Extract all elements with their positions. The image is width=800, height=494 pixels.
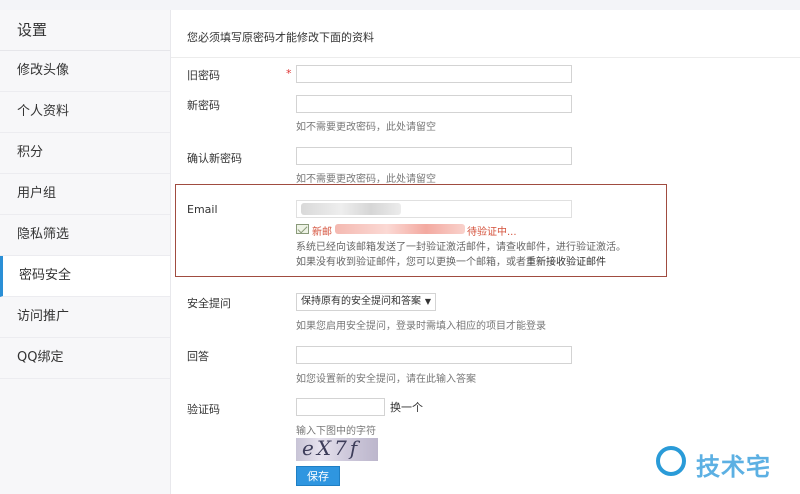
sidebar-item-promotion[interactable]: 访问推广 [0,297,170,338]
sidebar-item-profile[interactable]: 个人资料 [0,92,170,133]
watermark-text: 技术宅 [696,453,771,481]
form-notice: 您必须填写原密码才能修改下面的资料 [187,31,374,44]
confirm-password-hint: 如不需要更改密码，此处请留空 [296,174,436,185]
sidebar-item-qq-bind[interactable]: QQ绑定 [0,338,170,379]
sidebar-item-privacy[interactable]: 隐私筛选 [0,215,170,256]
resend-verify-link[interactable]: 重新接收验证邮件 [526,257,606,268]
captcha-image-text: eX7f [302,438,361,460]
main-panel: 您必须填写原密码才能修改下面的资料 旧密码 * 新密码 如不需要更改密码，此处请… [171,10,800,494]
dropdown-arrow-icon: ▼ [424,297,431,306]
email-verify-notice: 系统已经向该邮箱发送了一封验证激活邮件，请查收邮件，进行验证激活。 [296,242,626,253]
old-password-input[interactable] [296,65,572,83]
answer-hint: 如您设置新的安全提问，请在此输入答案 [296,374,476,385]
sidebar-title: 设置 [0,10,170,51]
watermark-logo: 技术宅 [656,444,786,484]
captcha-image[interactable]: eX7f [296,438,378,461]
security-question-selected: 保持原有的安全提问和答案 [301,296,421,307]
sidebar-item-usergroup[interactable]: 用户组 [0,174,170,215]
captcha-label: 验证码 [187,403,220,416]
security-question-hint: 如果您启用安全提问，登录时需填入相应的项目才能登录 [296,321,546,332]
security-question-select[interactable]: 保持原有的安全提问和答案 ▼ [296,293,436,311]
captcha-hint: 输入下图中的字符 [296,426,376,437]
sidebar-item-avatar[interactable]: 修改头像 [0,51,170,92]
new-password-input[interactable] [296,95,572,113]
email-resend-notice: 如果没有收到验证邮件，您可以更换一个邮箱，或者重新接收验证邮件 [296,257,606,268]
sidebar: 设置 修改头像 个人资料 积分 用户组 隐私筛选 密码安全 访问推广 QQ绑定 [0,10,171,494]
captcha-input[interactable] [296,398,385,416]
captcha-refresh-link[interactable]: 换一个 [390,399,423,415]
new-password-label: 新密码 [187,99,220,112]
security-question-label: 安全提问 [187,297,231,310]
required-marker: * [286,67,292,80]
answer-input[interactable] [296,346,572,364]
watermark-circle-icon [656,446,686,476]
envelope-icon [296,224,309,234]
old-password-label: 旧密码 [187,69,220,82]
redacted-email [301,203,401,215]
email-label: Email [187,203,218,216]
confirm-password-input[interactable] [296,147,572,165]
sidebar-item-password-security[interactable]: 密码安全 [0,256,170,297]
new-email-prefix: 新邮 [312,227,332,238]
email-pending-status: 待验证中... [467,227,517,238]
save-button[interactable]: 保存 [296,466,340,486]
redacted-new-email [335,224,465,234]
answer-label: 回答 [187,350,209,363]
confirm-password-label: 确认新密码 [187,152,242,165]
new-password-hint: 如不需要更改密码，此处请留空 [296,122,436,133]
divider [171,57,800,58]
sidebar-item-points[interactable]: 积分 [0,133,170,174]
